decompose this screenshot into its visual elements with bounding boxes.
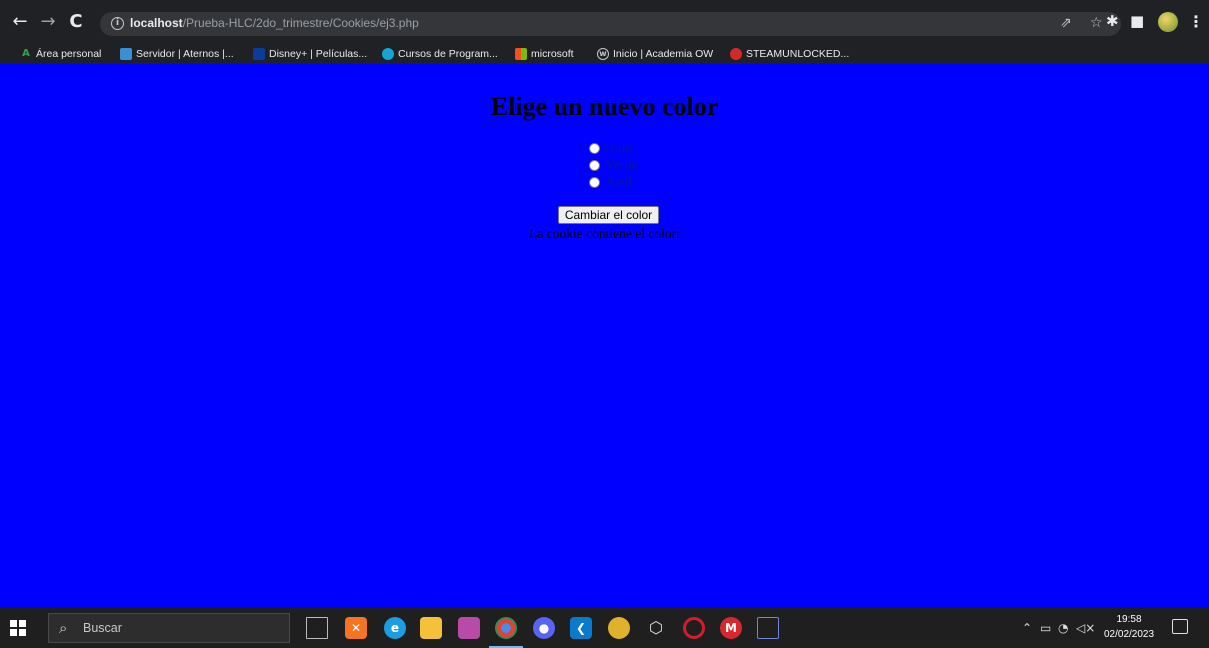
game-app-icon[interactable] — [458, 617, 480, 639]
radio-verde[interactable] — [589, 160, 600, 171]
snipping-tool-icon[interactable] — [757, 617, 779, 639]
opera-icon[interactable] — [683, 617, 705, 639]
browser-menu-icon[interactable]: ⋮ — [1188, 10, 1204, 34]
bookmark-microsoft[interactable]: microsoft — [515, 46, 574, 62]
radio-rojo[interactable] — [589, 143, 600, 154]
url-host: localhost — [130, 16, 183, 30]
taskbar-search[interactable]: ⌕ Buscar — [48, 613, 290, 643]
battery-icon[interactable]: ▭ — [1040, 621, 1051, 635]
virtualbox-icon[interactable]: ⬡ — [645, 617, 667, 639]
option-label-azul: Azul — [605, 174, 633, 190]
bookmark-star-icon[interactable]: ☆ — [1090, 15, 1103, 31]
clock-date: 02/02/2023 — [1104, 629, 1155, 640]
notification-center-icon[interactable] — [1172, 619, 1188, 634]
address-bar[interactable]: i localhost/Prueba-HLC/2do_trimestre/Coo… — [100, 12, 1121, 36]
bookmark-aternos[interactable]: Servidor | Aternos |... — [120, 46, 234, 62]
page-content: Elige un nuevo color Rojo Verde Azul Cam… — [0, 64, 1209, 608]
bookmark-steamunlocked[interactable]: STEAMUNLOCKED... — [730, 46, 849, 62]
disney-icon — [253, 48, 265, 60]
bookmark-label: Inicio | Academia OW — [613, 48, 714, 60]
browser-toolbar: ← → C i localhost/Prueba-HLC/2do_trimest… — [0, 0, 1209, 44]
radio-azul[interactable] — [589, 177, 600, 188]
search-icon: ⌕ — [59, 619, 68, 637]
option-label-rojo: Rojo — [605, 140, 633, 156]
taskbar-clock[interactable]: 19:58 02/02/2023 — [1104, 612, 1154, 642]
bookmark-label: Servidor | Aternos |... — [136, 48, 234, 60]
side-panel-icon[interactable]: ■ — [1130, 12, 1144, 30]
page-title: Elige un nuevo color — [490, 92, 719, 121]
change-color-button[interactable]: Cambiar el color — [558, 206, 659, 224]
task-view-icon[interactable] — [306, 617, 328, 639]
profile-avatar[interactable] — [1158, 12, 1178, 32]
file-explorer-icon[interactable] — [420, 617, 442, 639]
color-options: Rojo Verde Azul — [589, 140, 638, 191]
option-rojo[interactable]: Rojo — [589, 140, 638, 157]
xampp-icon[interactable]: ✕ — [345, 617, 367, 639]
cookie-status-text: La cookie contiene el color: — [529, 226, 680, 241]
bookmark-label: Disney+ | Películas... — [269, 48, 368, 60]
bookmark-label: STEAMUNLOCKED... — [746, 48, 850, 60]
option-azul[interactable]: Azul — [589, 174, 638, 191]
aula-icon: A — [22, 48, 30, 59]
windows-start-icon[interactable] — [10, 620, 26, 636]
edge-icon[interactable]: e — [384, 617, 406, 639]
forward-arrow-icon[interactable]: → — [38, 12, 58, 32]
bookmark-academia[interactable]: w Inicio | Academia OW — [597, 46, 713, 62]
option-label-verde: Verde — [605, 157, 638, 173]
bookmark-label: microsoft — [531, 48, 574, 60]
option-verde[interactable]: Verde — [589, 157, 638, 174]
bookmark-courses[interactable]: Cursos de Program... — [382, 46, 498, 62]
back-arrow-icon[interactable]: ← — [10, 12, 30, 32]
mega-icon[interactable]: M — [720, 617, 742, 639]
steamunlocked-icon — [730, 48, 742, 60]
academia-icon: w — [597, 48, 609, 60]
volume-icon[interactable]: ◁× — [1076, 621, 1095, 635]
bookmark-label: Área personal — [36, 48, 102, 60]
notes-app-icon[interactable] — [608, 617, 630, 639]
bookmarks-bar: A Área personal Servidor | Aternos |... … — [0, 44, 1209, 64]
url-text[interactable]: localhost/Prueba-HLC/2do_trimestre/Cooki… — [130, 16, 419, 30]
discord-icon[interactable]: ● — [533, 617, 555, 639]
bookmark-label: Cursos de Program... — [398, 48, 498, 60]
taskbar-search-placeholder: Buscar — [83, 621, 122, 635]
wifi-icon[interactable]: ◔ — [1058, 621, 1068, 635]
clock-time: 19:58 — [1116, 614, 1142, 625]
vscode-icon[interactable]: ❮ — [570, 617, 592, 639]
aternos-icon — [120, 48, 132, 60]
bookmark-disney[interactable]: Disney+ | Películas... — [253, 46, 367, 62]
site-info-icon[interactable]: i — [111, 17, 124, 30]
extensions-icon[interactable]: ✱ — [1106, 12, 1119, 30]
bookmark-aula[interactable]: A Área personal — [20, 46, 101, 62]
share-icon[interactable]: ⇗ — [1060, 15, 1072, 31]
chrome-icon[interactable] — [489, 617, 523, 648]
windows-taskbar: ⌕ Buscar ✕ e ● ❮ ⬡ M ⌃ ▭ ◔ ◁× 19:58 02/0… — [0, 608, 1209, 648]
tray-overflow-icon[interactable]: ⌃ — [1022, 621, 1032, 635]
url-path: /Prueba-HLC/2do_trimestre/Cookies/ej3.ph… — [182, 16, 419, 30]
courses-icon — [382, 48, 394, 60]
microsoft-icon — [515, 48, 527, 60]
reload-icon[interactable]: C — [66, 12, 86, 32]
